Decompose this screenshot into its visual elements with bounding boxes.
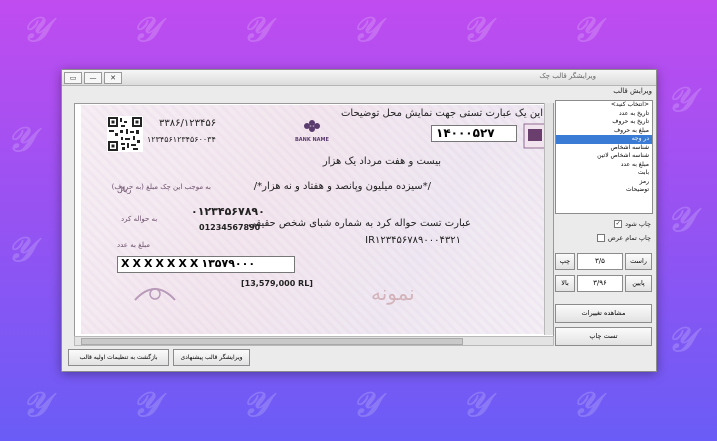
bg-logo-mark: 𝒴 bbox=[240, 10, 276, 50]
payee-text: عبارت تست حواله کرد به شماره شبای شخص حق… bbox=[248, 218, 471, 229]
move-right-button[interactable]: راست bbox=[625, 253, 652, 270]
window-title: ویرایشگر قالب چک bbox=[539, 72, 596, 80]
bg-logo-mark: 𝒴 bbox=[350, 10, 386, 50]
check-image: ۳۳۸۶/۱۲۳۴۵۶ ۱۲۳۴۵۶۱۲۳۴۵۶۰۰۳۴ BANK NAME ا… bbox=[81, 105, 551, 334]
menu-edit-template[interactable]: ویرایش قالب bbox=[613, 87, 652, 95]
test-print-button[interactable]: تست چاپ bbox=[555, 327, 652, 346]
horizontal-scroll-thumb[interactable] bbox=[81, 338, 463, 345]
date-words: بیست و هفت مرداد یک هزار bbox=[322, 156, 441, 167]
reset-defaults-button[interactable]: بازگشت به تنظیمات اولیه قالب bbox=[68, 349, 169, 366]
move-up-button[interactable]: بالا bbox=[555, 275, 575, 292]
print-checkbox-label: چاپ شود bbox=[625, 220, 651, 228]
print-checkbox[interactable]: چاپ شود ✓ bbox=[614, 220, 651, 228]
bg-logo-mark: 𝒴 bbox=[130, 10, 166, 50]
list-item[interactable]: بابت bbox=[556, 169, 652, 178]
bg-logo-mark: 𝒴 bbox=[5, 230, 41, 270]
bg-logo-mark: 𝒴 bbox=[665, 200, 701, 240]
sample-watermark: نمونه bbox=[371, 281, 415, 305]
list-item[interactable]: شناسه اشخاص bbox=[556, 144, 652, 153]
field-listbox[interactable]: <انتخاب کنید> تاریخ به عدد تاریخ به حروف… bbox=[555, 100, 653, 214]
bg-logo-mark: 𝒴 bbox=[20, 385, 56, 425]
suggested-template-button[interactable]: ویرایشگر قالب پیشنهادی bbox=[173, 349, 250, 366]
iban-text: IR۱۲۳۴۵۶۷۸۹۰۰۰۴۳۲۱ bbox=[365, 235, 461, 246]
id-persian: ۰۱۲۳۴۵۶۷۸۹۰ bbox=[191, 205, 265, 218]
unchecked-box-icon[interactable] bbox=[596, 234, 605, 242]
horizontal-scrollbar[interactable] bbox=[74, 336, 554, 346]
list-item[interactable]: تاریخ به عدد bbox=[556, 110, 652, 119]
list-item-selected[interactable]: در وجه bbox=[556, 135, 652, 144]
full-width-checkbox[interactable]: چاپ تمام عرض bbox=[596, 234, 651, 242]
amount-rl: [13,579,000 RL] bbox=[241, 279, 313, 288]
move-left-button[interactable]: چپ bbox=[555, 253, 575, 270]
bg-logo-mark: 𝒴 bbox=[240, 385, 276, 425]
amount-digits: XXXXXXX۱۳۵۷۹۰۰۰ bbox=[121, 257, 256, 270]
vertical-scrollbar[interactable] bbox=[544, 103, 553, 335]
top-offset-field[interactable]: ۳/۹۶ bbox=[577, 275, 623, 292]
view-changes-button[interactable]: مشاهده تغییرات bbox=[555, 304, 652, 323]
bg-logo-mark: 𝒴 bbox=[350, 385, 386, 425]
amount-digits-box: XXXXXXX۱۳۵۷۹۰۰۰ bbox=[117, 256, 295, 273]
bg-logo-mark: 𝒴 bbox=[665, 320, 701, 360]
bg-logo-mark: 𝒴 bbox=[5, 120, 41, 160]
bg-logo-mark: 𝒴 bbox=[570, 385, 606, 425]
template-editor-window: ▭ — ✕ ویرایشگر قالب چک ویرایش قالب ۳۳۸۶/… bbox=[61, 69, 657, 372]
minimize-button[interactable]: — bbox=[84, 72, 102, 84]
order-to-label: به حواله کرد bbox=[121, 215, 158, 223]
full-width-checkbox-label: چاپ تمام عرض bbox=[607, 234, 651, 242]
check-preview-area: ۳۳۸۶/۱۲۳۴۵۶ ۱۲۳۴۵۶۱۲۳۴۵۶۰۰۳۴ BANK NAME ا… bbox=[74, 103, 554, 337]
right-offset-field[interactable]: ۳/۵ bbox=[577, 253, 623, 270]
bg-logo-mark: 𝒴 bbox=[20, 10, 56, 50]
list-item[interactable]: مبلغ به عدد bbox=[556, 161, 652, 170]
bank-watermark-icon bbox=[134, 288, 176, 301]
list-item[interactable]: مبلغ به حروف bbox=[556, 127, 652, 136]
move-down-button[interactable]: پایین bbox=[625, 275, 652, 292]
date-digits-box: ۱۴۰۰۰۵۲۷ bbox=[431, 125, 517, 142]
bg-logo-mark: 𝒴 bbox=[460, 385, 496, 425]
list-item[interactable]: رمز bbox=[556, 178, 652, 187]
bg-logo-mark: 𝒴 bbox=[570, 10, 606, 50]
list-item[interactable]: <انتخاب کنید> bbox=[556, 101, 652, 110]
serial-number: ۳۳۸۶/۱۲۳۴۵۶ bbox=[159, 118, 217, 129]
date-digits: ۱۴۰۰۰۵۲۷ bbox=[436, 126, 495, 140]
menu-bar: ویرایش قالب bbox=[62, 86, 656, 97]
sayad-number: ۱۲۳۴۵۶۱۲۳۴۵۶۰۰۳۴ bbox=[147, 135, 216, 144]
bg-logo-mark: 𝒴 bbox=[460, 10, 496, 50]
amount-digits-label: مبلغ به عدد bbox=[117, 241, 151, 249]
list-item[interactable]: توضیحات bbox=[556, 186, 652, 195]
maximize-button[interactable]: ▭ bbox=[64, 72, 82, 84]
list-item[interactable]: تاریخ به حروف bbox=[556, 118, 652, 127]
check-icon[interactable]: ✓ bbox=[614, 220, 623, 228]
bank-name-label: BANK NAME bbox=[295, 137, 329, 143]
amount-words: /*سیزده میلیون وپانصد و هفتاد و نه هزار*… bbox=[253, 181, 431, 192]
bank-logo-icon bbox=[304, 120, 320, 132]
bg-logo-mark: 𝒴 bbox=[665, 80, 701, 120]
window-controls: ▭ — ✕ bbox=[64, 72, 122, 84]
description-text: این یک عبارت تستی جهت نمایش محل توضیحات bbox=[340, 108, 543, 119]
list-item[interactable]: شناسه اشخاص لاتین bbox=[556, 152, 652, 161]
title-bar: ▭ — ✕ ویرایشگر قالب چک bbox=[62, 70, 656, 86]
bg-logo-mark: 𝒴 bbox=[130, 385, 166, 425]
qr-code-icon bbox=[107, 116, 143, 152]
close-button[interactable]: ✕ bbox=[104, 72, 122, 84]
rial-label: ریال bbox=[117, 185, 132, 194]
